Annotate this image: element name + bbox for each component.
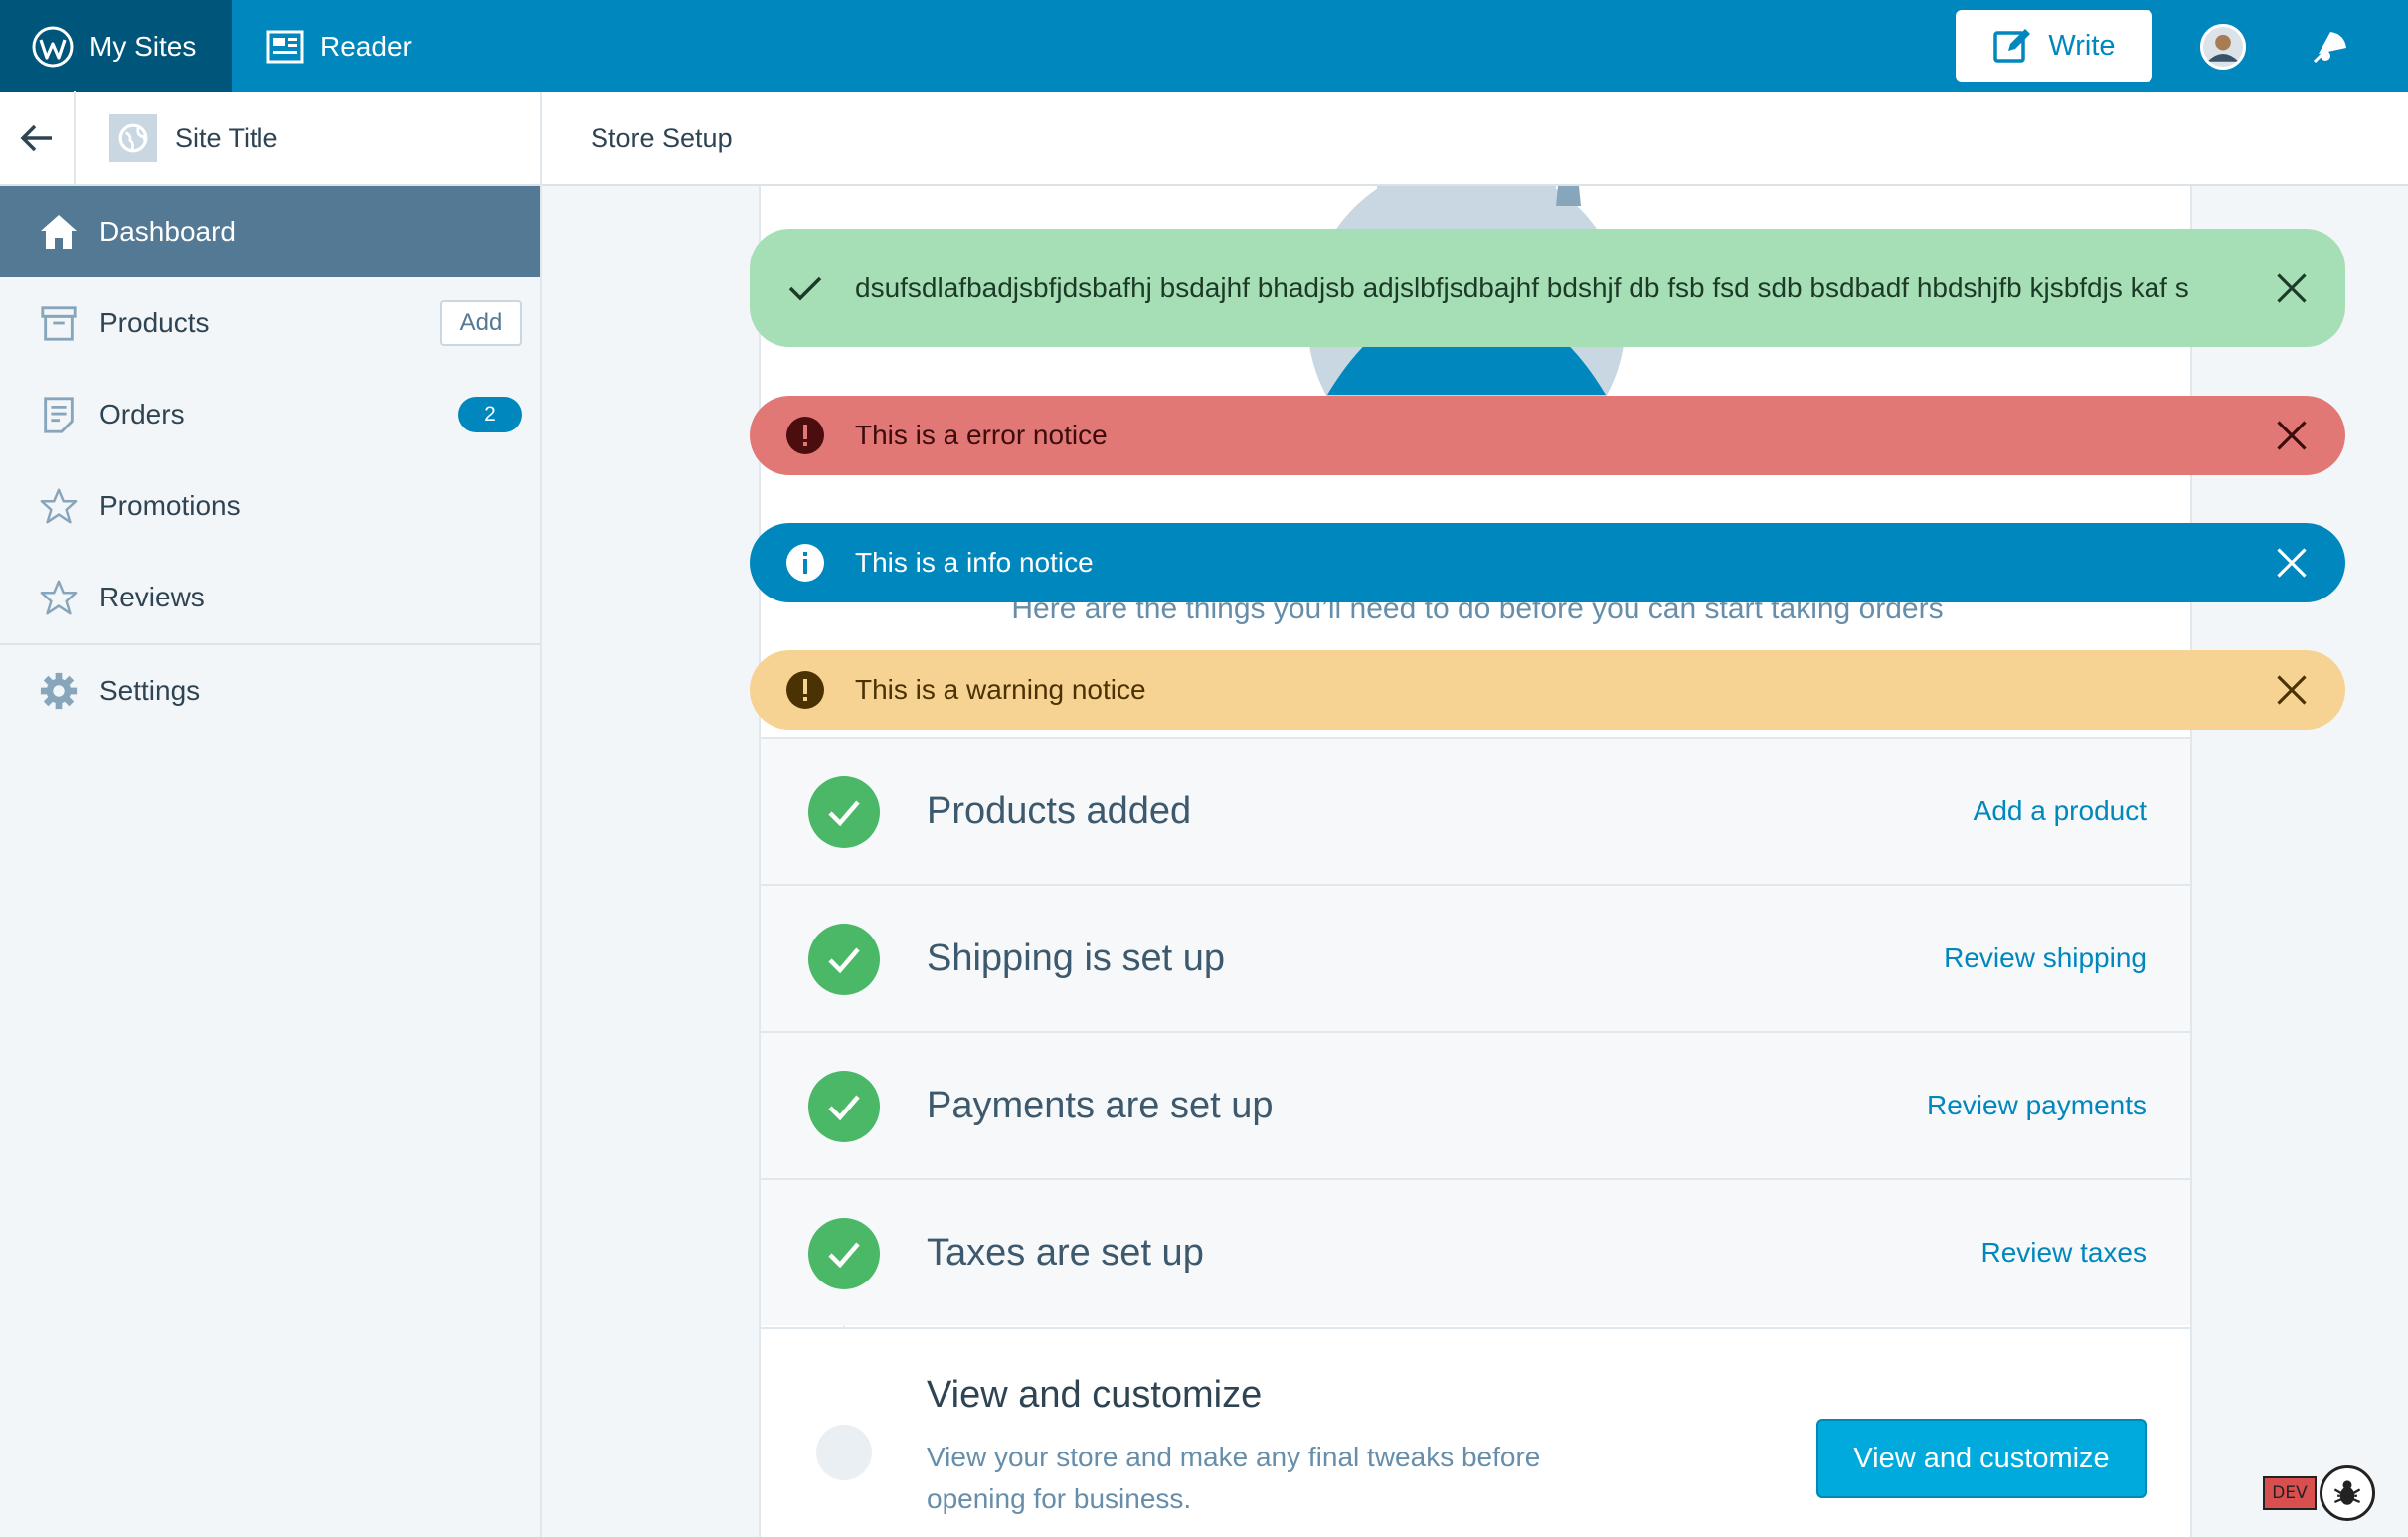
sidebar-item-settings[interactable]: Settings <box>0 645 540 737</box>
setup-step: Taxes are set up Review taxes <box>761 1178 2190 1325</box>
sidebar-item-label: Settings <box>99 675 201 706</box>
wordpress-logo-icon <box>32 26 74 67</box>
close-icon[interactable] <box>2272 416 2312 455</box>
review-payments-link[interactable]: Review payments <box>1927 1090 2147 1121</box>
setup-steps: Products added Add a product Shipping is… <box>761 737 2190 1325</box>
checkmark-circle-icon <box>808 776 880 848</box>
gear-icon <box>38 670 80 712</box>
sidebar-item-products[interactable]: Products Add <box>0 277 540 369</box>
avatar-image-icon <box>2203 27 2243 67</box>
notice-text: This is a error notice <box>855 420 1108 450</box>
checkmark-circle-icon <box>808 1218 880 1289</box>
alert-icon <box>785 416 825 455</box>
page-title: Store Setup <box>591 122 733 153</box>
notifications-bell-icon[interactable] <box>2309 24 2352 68</box>
sidebar: Site Title Dashboard Products Add Orders… <box>0 91 542 1537</box>
site-globe-icon <box>109 114 157 162</box>
page-header: Store Setup <box>542 92 2408 186</box>
write-icon <box>1993 29 2031 63</box>
orders-count-badge: 2 <box>458 397 522 432</box>
reader-icon <box>266 30 304 63</box>
sidebar-item-label: Products <box>99 307 210 338</box>
sidebar-item-label: Reviews <box>99 582 205 612</box>
dev-badge: DEV <box>2263 1476 2317 1510</box>
masterbar: My Sites Reader Write <box>0 0 2408 92</box>
notice-text: This is a warning notice <box>855 674 1146 705</box>
sidebar-item-label: Dashboard <box>99 216 236 247</box>
write-label: Write <box>2048 29 2116 62</box>
add-product-button[interactable]: Add <box>440 300 522 346</box>
reader-label: Reader <box>320 30 412 62</box>
bug-report-button[interactable] <box>2320 1465 2375 1521</box>
back-button[interactable] <box>0 91 76 185</box>
checkmark-icon <box>785 268 825 308</box>
warning-notice: This is a warning notice <box>750 650 2345 730</box>
step-title: Payments are set up <box>927 1084 1274 1126</box>
info-notice: This is a info notice <box>750 523 2345 602</box>
step-title: Shipping is set up <box>927 937 1225 979</box>
document-icon <box>38 394 80 435</box>
checkmark-circle-icon <box>808 1071 880 1142</box>
sidebar-item-reviews[interactable]: Reviews <box>0 552 540 643</box>
my-sites-label: My Sites <box>89 30 197 62</box>
final-step-title: View and customize <box>927 1374 1263 1416</box>
archive-icon <box>38 302 80 344</box>
home-icon <box>38 211 80 253</box>
setup-step: Shipping is set up Review shipping <box>761 884 2190 1031</box>
star-icon <box>38 577 80 618</box>
setup-step: Products added Add a product <box>761 737 2190 884</box>
sidebar-item-promotions[interactable]: Promotions <box>0 460 540 552</box>
store-setup-card: Here are the things you’ll need to do be… <box>759 186 2192 1537</box>
alert-icon <box>785 670 825 710</box>
sidebar-item-orders[interactable]: Orders 2 <box>0 369 540 460</box>
step-title: Products added <box>927 789 1192 832</box>
close-icon[interactable] <box>2272 543 2312 583</box>
write-button[interactable]: Write <box>1956 10 2152 82</box>
add-product-link[interactable]: Add a product <box>1974 795 2147 827</box>
final-step-description: View your store and make any final tweak… <box>927 1442 1541 1514</box>
bug-icon <box>2333 1480 2361 1505</box>
user-avatar[interactable] <box>2200 24 2246 70</box>
review-shipping-link[interactable]: Review shipping <box>1944 942 2147 974</box>
view-and-customize-button[interactable]: View and customize <box>1816 1419 2147 1498</box>
star-icon <box>38 485 80 527</box>
sidebar-item-label: Promotions <box>99 490 241 521</box>
info-icon <box>785 543 825 583</box>
notice-text: dsufsdlafbadjsbfjdsbafhj bsdajhf bhadjsb… <box>855 271 2189 303</box>
close-icon[interactable] <box>2272 670 2312 710</box>
reader-button[interactable]: Reader <box>266 0 412 92</box>
close-icon[interactable] <box>2272 268 2312 308</box>
notice-text: This is a info notice <box>855 547 1094 578</box>
checkmark-circle-icon <box>808 924 880 995</box>
site-selector[interactable]: Site Title <box>0 91 540 186</box>
site-title: Site Title <box>175 122 278 153</box>
pending-step-indicator <box>816 1425 872 1480</box>
review-taxes-link[interactable]: Review taxes <box>1980 1237 2147 1269</box>
success-notice: dsufsdlafbadjsbfjdsbafhj bsdajhf bhadjsb… <box>750 229 2345 347</box>
sidebar-item-dashboard[interactable]: Dashboard <box>0 186 540 277</box>
step-title: Taxes are set up <box>927 1231 1204 1274</box>
setup-step: Payments are set up Review payments <box>761 1031 2190 1178</box>
view-customize-step: View and customize View your store and m… <box>761 1327 2190 1537</box>
sidebar-item-label: Orders <box>99 399 185 429</box>
error-notice: This is a error notice <box>750 396 2345 475</box>
my-sites-button[interactable]: My Sites <box>0 0 232 92</box>
arrow-left-icon <box>20 124 52 152</box>
